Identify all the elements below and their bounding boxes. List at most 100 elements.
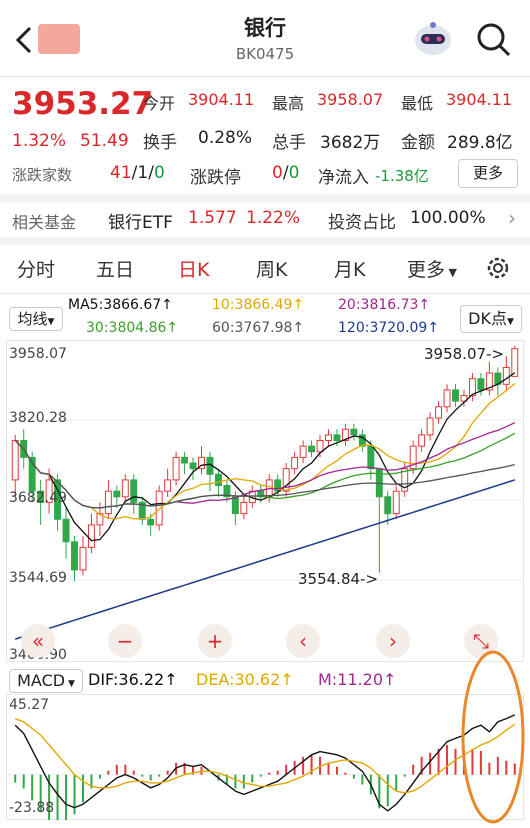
dea-value: DEA:30.62↑ [196,670,294,689]
caret-down-icon: ▼ [47,317,55,327]
axis-top-label: 3958.07 [9,346,67,362]
breadth-down: 0 [153,163,165,183]
dea-line [14,717,516,794]
candle [189,457,197,480]
dif-value: DIF:36.22↑ [88,670,178,689]
candle [325,429,332,447]
m-value: M:11.20↑ [318,670,397,689]
annotation-circle [461,650,525,824]
amount-value: 289.8亿 [447,133,513,153]
candle [299,440,307,464]
candle [62,508,70,559]
candle [87,513,95,554]
turnover-label: 换手 [143,133,177,153]
amount-label: 金额 [401,133,435,153]
candle [113,485,121,509]
candle [358,429,366,452]
ma-selector-label: 均线 [17,310,48,328]
min-price-marker: 3554.84-> [298,570,379,588]
ma-selector[interactable]: 均线▼ [9,307,63,331]
ma20-value: 20:3816.73↑ [338,297,431,313]
tab-daily-k[interactable]: 日K [178,255,209,282]
more-button[interactable]: 更多 [458,159,518,188]
breadth-label: 涨跌家数 [12,166,73,184]
tab-monthly-k[interactable]: 月K [334,255,365,282]
low-value: 3904.11 [446,90,513,109]
candle [443,384,451,413]
zoom-in-button[interactable]: + [198,624,232,658]
ma30-line [14,432,516,509]
ma60-value: 60:3767.98↑ [212,320,305,336]
low-label: 最低 [401,94,434,113]
scroll-left-fast-button[interactable]: « [21,624,55,658]
max-price-marker: 3958.07-> [424,345,505,363]
ma120-value: 120:3720.09↑ [338,320,440,336]
fund-price: 1.577 [188,208,237,228]
search-button[interactable] [474,20,514,60]
zoom-out-button[interactable]: − [108,624,142,658]
tab-more-label: 更多 [407,259,446,281]
candle [104,479,112,520]
tab-intraday[interactable]: 分时 [17,255,55,282]
fund-pct: 1.22% [246,208,301,228]
candle [11,434,19,497]
macd-bottom-label: -23.88 [9,800,55,816]
candle [164,468,172,497]
limit-up: 0 [272,163,283,183]
kline-chart[interactable] [6,340,524,662]
candle [494,367,502,396]
candle [172,451,180,486]
axis-upper-label: 3820.28 [9,410,67,426]
macd-chart[interactable] [6,694,524,820]
macd-selector-label: MACD [17,671,66,690]
tab-five-day[interactable]: 五日 [96,255,134,282]
candle [341,423,349,447]
dif-line [14,714,516,812]
candle [375,468,383,573]
netflow-label: 净流入 [318,168,369,188]
candle [130,474,138,514]
candle [71,536,78,582]
dk-point-selector[interactable]: DK点▼ [460,305,522,333]
volume-value: 3682万 [320,133,381,153]
gear-icon [487,257,509,279]
breadth-up: 41 [110,163,132,183]
candle [198,446,205,475]
candle [291,451,299,475]
macd-selector[interactable]: MACD ▼ [9,669,83,693]
price-change: 51.49 [80,131,129,151]
price-change-pct: 1.32% [12,131,67,151]
settings-button[interactable] [484,254,512,282]
caret-down-icon: ▼ [445,266,457,279]
volume-label: 总手 [272,133,306,153]
dk-point-label: DK点 [468,309,507,328]
breadth-flat: 1 [137,163,149,183]
step-right-button[interactable]: › [376,624,410,658]
robot-avatar-icon[interactable] [412,20,454,58]
limit-values: 0/0 [272,163,300,183]
axis-mid-label: 3682.49 [9,490,67,506]
ma30-value: 30:3804.86↑ [86,320,179,336]
candle [121,474,129,503]
step-left-button[interactable]: ‹ [286,624,320,658]
tab-more[interactable]: 更多 ▼ [407,255,457,282]
tab-weekly-k[interactable]: 周K [256,255,287,282]
candle [79,536,87,576]
axis-lower-label: 3544.69 [9,570,67,586]
turnover-value: 0.28% [198,128,253,148]
candle [426,412,434,441]
candle [418,429,426,452]
caret-down-icon: ▼ [65,679,75,689]
caret-down-icon: ▼ [506,317,514,327]
candle [181,451,189,475]
search-icon [477,23,511,57]
candle [316,434,324,458]
ma120-line [14,479,516,640]
open-value: 3904.11 [188,90,255,109]
fund-name[interactable]: 银行ETF [108,208,173,233]
chevron-right-icon[interactable]: › [508,206,516,230]
macd-frame [6,694,524,820]
candle [350,423,358,441]
candle [485,361,493,396]
candle [452,384,459,407]
